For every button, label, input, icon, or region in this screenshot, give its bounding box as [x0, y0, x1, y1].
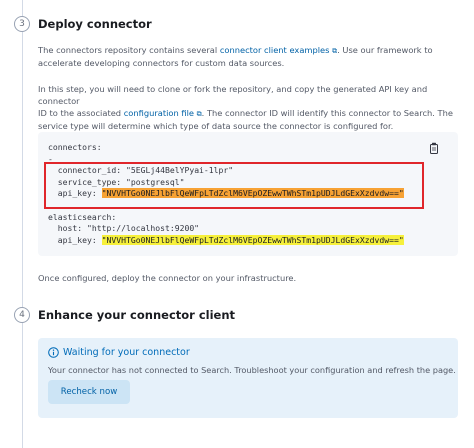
instructions-line-2a: ID to the associated — [38, 108, 124, 118]
connector-config-highlight-box — [44, 162, 424, 209]
instructions-paragraph: In this step, you will need to clone or … — [38, 83, 458, 132]
code-value-es-api-key: "NVVHTGo0NEJlbFlQeWFpLTdZclM6VEpOZEwwTWh… — [101, 234, 404, 245]
instructions-line-2b: . The connector ID will identify this co… — [201, 108, 453, 118]
step-3-title: Deploy connector — [38, 17, 152, 31]
instructions-line-1: In this step, you will need to clone or … — [38, 84, 428, 106]
step-4-title: Enhance your connector client — [38, 308, 236, 322]
code-value-host: "http://localhost:9200" — [86, 223, 200, 234]
callout-title: Waiting for your connector — [63, 347, 190, 358]
step-3-number: 3 — [14, 16, 30, 32]
copy-icon[interactable] — [428, 142, 440, 156]
intro-text-2: . Use our framework to — [337, 45, 433, 55]
intro-paragraph: The connectors repository contains sever… — [38, 44, 458, 69]
connector-examples-link[interactable]: connector client examples — [220, 45, 330, 55]
code-line-connectors: connectors: — [48, 142, 102, 152]
deploy-footer-text: Once configured, deploy the connector on… — [38, 273, 297, 283]
step-4-number: 4 — [14, 307, 30, 323]
instructions-line-3: service type will determine which type o… — [38, 121, 394, 131]
steps-rail — [22, 0, 23, 448]
code-line-elasticsearch: elasticsearch: — [48, 211, 117, 222]
intro-text-3: accelerate developing connectors for cus… — [38, 58, 285, 68]
intro-text-1: The connectors repository contains sever… — [38, 45, 220, 55]
code-key-es-api-key: api_key: — [48, 234, 102, 245]
info-icon — [48, 347, 59, 358]
configuration-file-link[interactable]: configuration file — [124, 108, 194, 118]
code-key-host: host: — [48, 223, 87, 234]
callout-text: Your connector has not connected to Sear… — [48, 365, 456, 375]
recheck-now-button[interactable]: Recheck now — [48, 380, 130, 404]
